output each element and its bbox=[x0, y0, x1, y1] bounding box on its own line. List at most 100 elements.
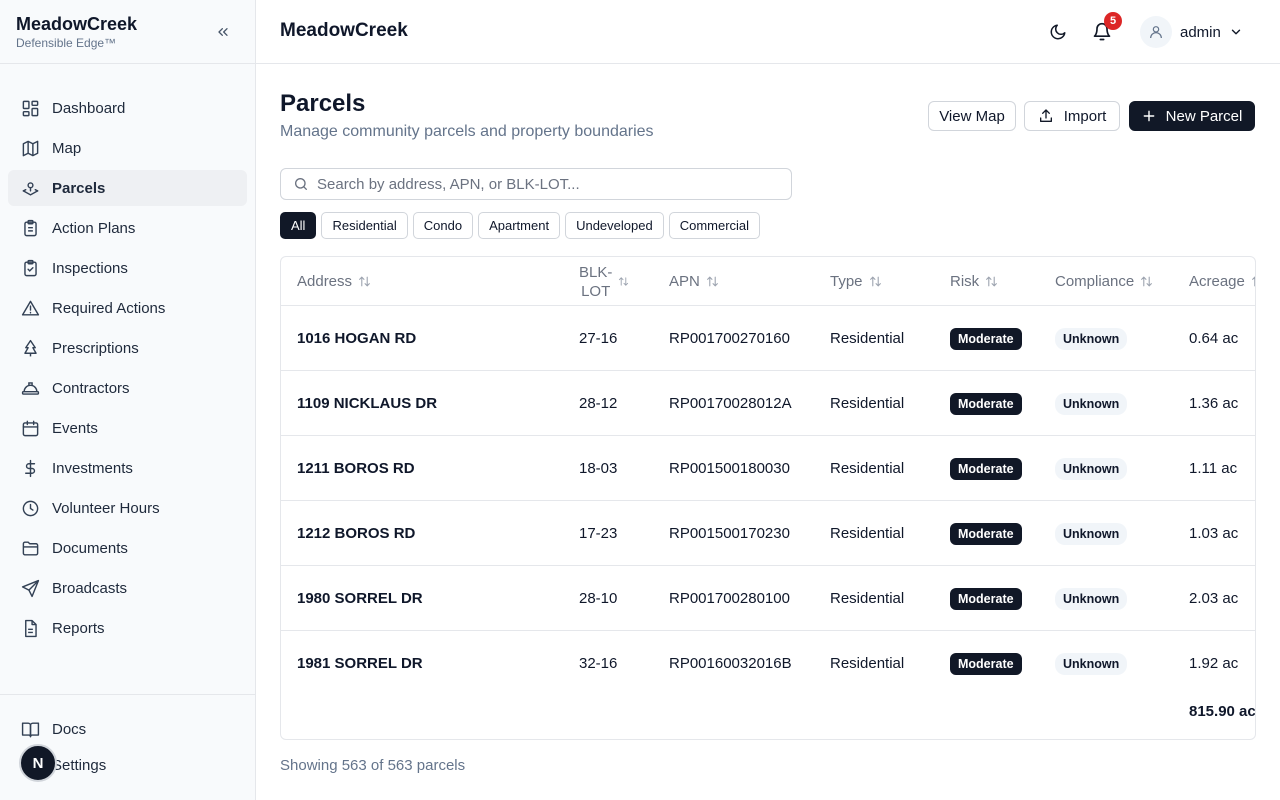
search-input[interactable] bbox=[317, 175, 777, 193]
cell-apn: RP00160032016B bbox=[669, 655, 792, 672]
sidebar-item-action-plans[interactable]: Action Plans bbox=[8, 210, 247, 246]
filter-commercial[interactable]: Commercial bbox=[668, 212, 761, 239]
filter-undeveloped[interactable]: Undeveloped bbox=[565, 212, 664, 239]
risk-badge: Moderate bbox=[950, 587, 1022, 610]
sidebar-item-required-actions[interactable]: Required Actions bbox=[8, 290, 247, 326]
sort-icon bbox=[1251, 275, 1255, 288]
cell-apn: RP001500170230 bbox=[669, 525, 790, 542]
view-map-button[interactable]: View Map bbox=[928, 101, 1016, 131]
moon-icon bbox=[1050, 24, 1066, 40]
column-label: Risk bbox=[950, 273, 980, 290]
table-row[interactable]: 1109 NICKLAUS DR 28-12 RP00170028012A Re… bbox=[281, 371, 1255, 436]
sidebar-item-contractors[interactable]: Contractors bbox=[8, 370, 247, 406]
cell-compliance: Unknown bbox=[1055, 306, 1128, 371]
sidebar-item-broadcasts[interactable]: Broadcasts bbox=[8, 570, 247, 606]
column-header-type[interactable]: Type bbox=[830, 257, 882, 306]
sidebar-item-map[interactable]: Map bbox=[8, 130, 247, 166]
cell-risk: Moderate bbox=[950, 566, 1022, 631]
collapse-sidebar-button[interactable] bbox=[213, 22, 233, 42]
sidebar-item-parcels[interactable]: Parcels bbox=[8, 170, 247, 206]
cell-type: Residential bbox=[830, 395, 905, 412]
filter-residential[interactable]: Residential bbox=[321, 212, 408, 239]
cell-type: Residential bbox=[830, 460, 905, 477]
risk-badge: Moderate bbox=[950, 652, 1022, 675]
cell-address: 1109 NICKLAUS DR bbox=[297, 395, 438, 412]
cell-risk: Moderate bbox=[950, 501, 1022, 566]
cell-compliance: Unknown bbox=[1055, 371, 1128, 436]
cell-apn: RP001500180030 bbox=[669, 460, 790, 477]
cell-address: 1981 SORREL DR bbox=[297, 655, 423, 672]
cell-risk: Moderate bbox=[950, 436, 1022, 501]
cell-apn: RP001700270160 bbox=[669, 330, 790, 347]
theme-toggle-button[interactable] bbox=[1046, 20, 1070, 44]
calendar-icon bbox=[20, 418, 40, 438]
column-header-address[interactable]: Address bbox=[297, 257, 371, 306]
sort-icon bbox=[985, 275, 998, 288]
new-parcel-button[interactable]: New Parcel bbox=[1129, 101, 1255, 131]
top-header: MeadowCreek 5 admin bbox=[256, 0, 1280, 64]
book-icon bbox=[20, 719, 40, 739]
sidebar-item-reports[interactable]: Reports bbox=[8, 610, 247, 646]
sidebar-item-prescriptions[interactable]: Prescriptions bbox=[8, 330, 247, 366]
table-row[interactable]: 1016 HOGAN RD 27-16 RP001700270160 Resid… bbox=[281, 306, 1255, 371]
user-menu[interactable]: admin bbox=[1140, 16, 1243, 48]
sidebar-item-label: Events bbox=[52, 419, 98, 437]
column-header-risk[interactable]: Risk bbox=[950, 257, 998, 306]
table-row[interactable]: 1212 BOROS RD 17-23 RP001500170230 Resid… bbox=[281, 501, 1255, 566]
table-header: Address BLK- LOT APN Type Risk Complianc… bbox=[281, 257, 1255, 306]
column-header-blk-lot[interactable]: BLK- LOT bbox=[579, 257, 629, 306]
filter-apartment[interactable]: Apartment bbox=[478, 212, 561, 239]
table-row[interactable]: 1980 SORREL DR 28-10 RP001700280100 Resi… bbox=[281, 566, 1255, 631]
cell-address: 1016 HOGAN RD bbox=[297, 330, 417, 347]
sidebar-item-volunteer-hours[interactable]: Volunteer Hours bbox=[8, 490, 247, 526]
user-icon bbox=[1150, 26, 1162, 39]
cell-acreage: 1.03 ac bbox=[1189, 525, 1239, 542]
sidebar-item-events[interactable]: Events bbox=[8, 410, 247, 446]
tree-icon bbox=[20, 338, 40, 358]
sidebar-item-dashboard[interactable]: Dashboard bbox=[8, 90, 247, 126]
sidebar-item-label: Contractors bbox=[52, 379, 130, 397]
page-subtitle: Manage community parcels and property bo… bbox=[280, 123, 654, 140]
assistant-fab-button[interactable]: N bbox=[19, 744, 57, 782]
warning-triangle-icon bbox=[20, 298, 40, 318]
cell-blk-lot: 27-16 bbox=[579, 330, 618, 347]
filter-condo[interactable]: Condo bbox=[412, 212, 474, 239]
filter-all[interactable]: All bbox=[280, 212, 317, 239]
sidebar-item-documents[interactable]: Documents bbox=[8, 530, 247, 566]
import-button[interactable]: Import bbox=[1024, 101, 1120, 131]
column-header-acreage[interactable]: Acreage bbox=[1189, 257, 1255, 306]
cell-address: 1211 BOROS RD bbox=[297, 460, 415, 477]
results-count: Showing 563 of 563 parcels bbox=[280, 757, 466, 774]
sidebar-item-investments[interactable]: Investments bbox=[8, 450, 247, 486]
cell-risk: Moderate bbox=[950, 631, 1022, 696]
cell-blk-lot: 32-16 bbox=[579, 655, 618, 672]
table-row[interactable]: 1981 SORREL DR 32-16 RP00160032016B Resi… bbox=[281, 631, 1255, 696]
sidebar-item-label: Volunteer Hours bbox=[52, 499, 160, 517]
brand-name: MeadowCreek bbox=[16, 14, 138, 34]
user-name: admin bbox=[1180, 23, 1221, 41]
cell-address: 1212 BOROS RD bbox=[297, 525, 416, 542]
sort-icon bbox=[358, 275, 371, 288]
new-parcel-label: New Parcel bbox=[1165, 107, 1243, 125]
sidebar-item-inspections[interactable]: Inspections bbox=[8, 250, 247, 286]
cell-risk: Moderate bbox=[950, 371, 1022, 436]
table-row[interactable]: 1211 BOROS RD 18-03 RP001500180030 Resid… bbox=[281, 436, 1255, 501]
search-box bbox=[280, 168, 792, 200]
clipboard-icon bbox=[20, 218, 40, 238]
cell-address: 1980 SORREL DR bbox=[297, 590, 423, 607]
sidebar-item-docs[interactable]: Docs bbox=[8, 711, 247, 747]
cell-acreage: 1.36 ac bbox=[1189, 395, 1239, 412]
dashboard-icon bbox=[20, 98, 40, 118]
compliance-badge: Unknown bbox=[1055, 457, 1128, 480]
sidebar-item-label: Docs bbox=[52, 720, 87, 738]
brand-tagline: Defensible Edge™ bbox=[16, 36, 117, 50]
cell-blk-lot: 28-10 bbox=[579, 590, 618, 607]
sidebar: MeadowCreek Defensible Edge™ Dashboard M… bbox=[0, 0, 256, 800]
column-label: BLK- bbox=[579, 263, 613, 281]
cell-apn: RP00170028012A bbox=[669, 395, 792, 412]
column-header-apn[interactable]: APN bbox=[669, 257, 719, 306]
sidebar-item-label: Required Actions bbox=[52, 299, 166, 317]
column-header-compliance[interactable]: Compliance bbox=[1055, 257, 1153, 306]
notification-count-badge: 5 bbox=[1104, 12, 1122, 30]
sidebar-item-label: Parcels bbox=[52, 179, 106, 197]
